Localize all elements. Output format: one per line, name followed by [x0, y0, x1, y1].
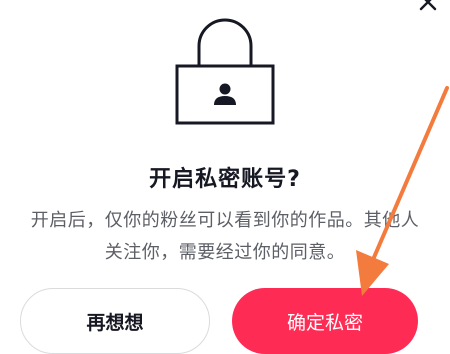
cancel-button[interactable]: 再想想 — [20, 288, 210, 354]
lock-user-icon — [175, 18, 275, 125]
dialog-title: 开启私密账号? — [149, 167, 301, 192]
close-icon[interactable] — [416, 0, 440, 14]
confirm-private-button[interactable]: 确定私密 — [232, 288, 418, 354]
dialog-description: 开启后，仅你的粉丝可以看到你的作品。其他人关注你，需要经过你的同意。 — [30, 210, 420, 263]
